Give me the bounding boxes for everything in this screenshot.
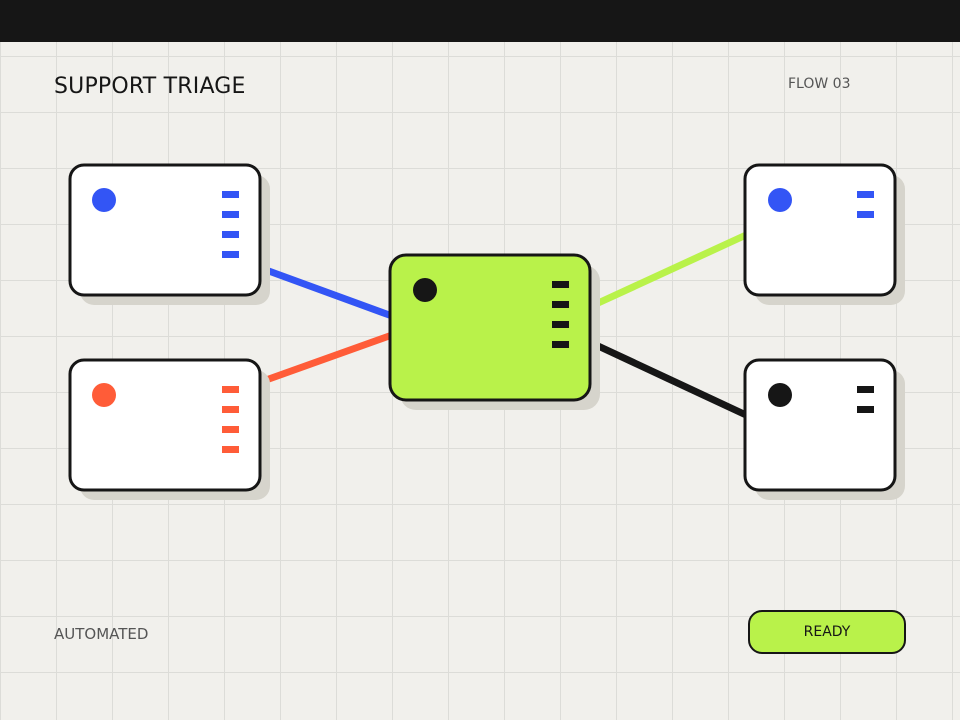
port-icon[interactable] [857,406,874,413]
node-body [743,163,897,297]
port-icon[interactable] [222,446,239,453]
ready-button[interactable]: READY [748,610,906,654]
port-icon[interactable] [222,406,239,413]
node-body [68,163,262,297]
node-body [743,358,897,492]
status-dot-icon [768,188,792,212]
edge-hub-to-output-blue [594,231,748,308]
port-icon[interactable] [222,426,239,433]
port-icon[interactable] [857,191,874,198]
port-icon[interactable] [222,211,239,218]
diagram-canvas: SUPPORT TRIAGE FLOW 03 AUTOMATED READY [0,0,960,720]
port-icon[interactable] [857,386,874,393]
node-output-blue[interactable] [743,163,905,305]
node-input-blue[interactable] [68,163,270,305]
status-dot-icon [768,383,792,407]
status-dot-icon [92,188,116,212]
port-icon[interactable] [222,386,239,393]
port-icon[interactable] [552,281,569,288]
edge-input-orange-to-hub [264,331,394,384]
port-icon[interactable] [222,251,239,258]
node-output-black[interactable] [743,358,905,500]
port-icon[interactable] [857,211,874,218]
port-icon[interactable] [222,191,239,198]
status-dot-icon [413,278,437,302]
node-body [68,358,262,492]
mode-label: AUTOMATED [54,625,149,643]
port-icon[interactable] [552,341,569,348]
edge-input-blue-to-hub [264,266,394,320]
port-icon[interactable] [552,301,569,308]
edge-hub-to-output-black [594,341,748,419]
node-input-orange[interactable] [68,358,270,500]
port-icon[interactable] [222,231,239,238]
node-hub[interactable] [388,253,600,410]
status-dot-icon [92,383,116,407]
port-icon[interactable] [552,321,569,328]
